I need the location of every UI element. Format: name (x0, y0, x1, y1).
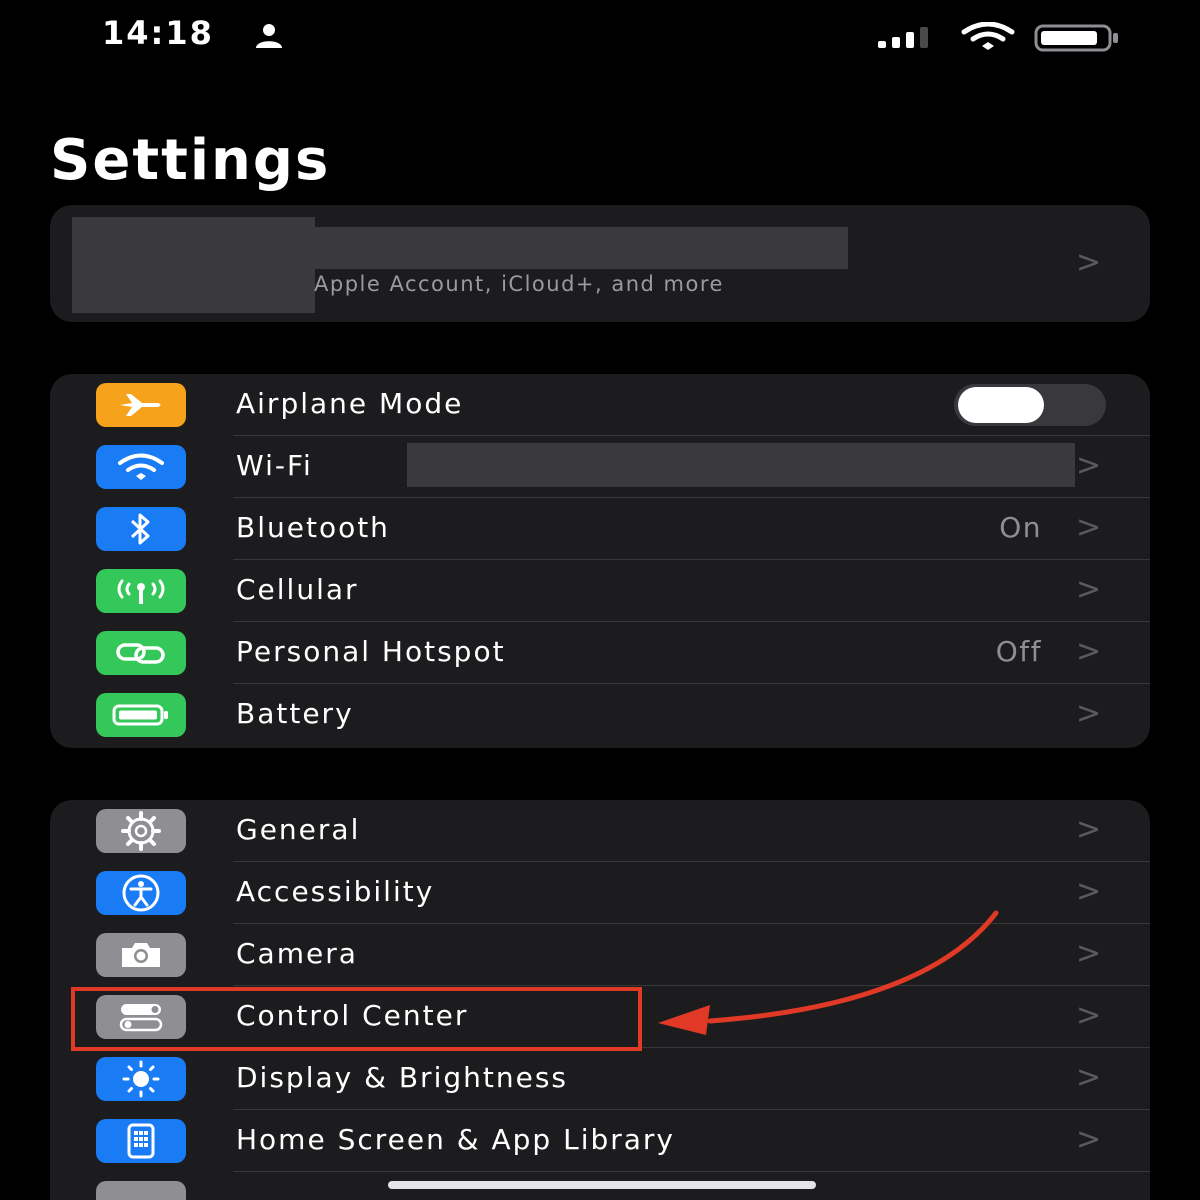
account-subtitle: Apple Account, iCloud+, and more (314, 272, 724, 296)
control-center-highlight-box (71, 987, 642, 1051)
row-label: Bluetooth (236, 511, 390, 544)
account-name-redacted (315, 227, 848, 269)
row-label: Home Screen & App Library (236, 1123, 675, 1156)
row-label: Personal Hotspot (236, 635, 506, 668)
chevron-right-icon: > (1076, 1060, 1102, 1095)
connectivity-settings-group: Airplane Mode Wi-Fi > Bluetooth On > Cel… (50, 374, 1150, 748)
status-time: 14:18 (102, 14, 214, 52)
account-avatar-redacted (72, 217, 315, 313)
apple-account-card[interactable]: Apple Account, iCloud+, and more > (50, 205, 1150, 322)
hotspot-status-value: Off (995, 635, 1042, 668)
battery-status-icon (1034, 24, 1118, 52)
row-general[interactable]: General > (50, 800, 1150, 862)
chevron-right-icon: > (1076, 812, 1102, 847)
row-battery[interactable]: Battery > (50, 684, 1150, 746)
chevron-right-icon: > (1076, 634, 1102, 669)
row-label: Battery (236, 697, 354, 730)
chevron-right-icon: > (1076, 936, 1102, 971)
home-screen-icon (96, 1119, 186, 1163)
row-personal-hotspot[interactable]: Personal Hotspot Off > (50, 622, 1150, 684)
chevron-right-icon: > (1076, 1122, 1102, 1157)
row-bluetooth[interactable]: Bluetooth On > (50, 498, 1150, 560)
cellular-signal-icon (878, 27, 928, 48)
battery-icon (96, 693, 186, 737)
bluetooth-icon (96, 507, 186, 551)
chevron-right-icon: > (1076, 245, 1102, 280)
chevron-right-icon: > (1076, 448, 1102, 483)
wifi-network-name-redacted (407, 443, 1075, 487)
row-label: Camera (236, 937, 358, 970)
partial-app-icon (96, 1181, 186, 1200)
airplane-mode-toggle[interactable] (954, 384, 1106, 426)
chevron-right-icon: > (1076, 998, 1102, 1033)
bluetooth-status-value: On (999, 511, 1042, 544)
sun-icon (96, 1057, 186, 1101)
hotspot-link-icon (96, 631, 186, 675)
wifi-status-icon (961, 22, 1015, 50)
toggle-knob (958, 387, 1044, 423)
row-label: General (236, 813, 361, 846)
chevron-right-icon: > (1076, 510, 1102, 545)
page-title: Settings (50, 128, 331, 193)
chevron-right-icon: > (1076, 874, 1102, 909)
row-label: Display & Brightness (236, 1061, 568, 1094)
annotation-arrow-icon (658, 910, 999, 1035)
chevron-right-icon: > (1076, 572, 1102, 607)
wifi-icon (96, 445, 186, 489)
cellular-antenna-icon (96, 569, 186, 613)
home-indicator[interactable] (388, 1181, 816, 1189)
row-wifi[interactable]: Wi-Fi > (50, 436, 1150, 498)
row-airplane-mode[interactable]: Airplane Mode (50, 374, 1150, 436)
row-label: Cellular (236, 573, 359, 606)
gear-icon (96, 809, 186, 853)
row-home-screen-app-library[interactable]: Home Screen & App Library > (50, 1110, 1150, 1172)
camera-icon (96, 933, 186, 977)
row-label: Wi-Fi (236, 449, 313, 482)
row-label: Accessibility (236, 875, 435, 908)
airplane-icon (96, 383, 186, 427)
person-icon (256, 24, 282, 48)
accessibility-icon (96, 871, 186, 915)
row-label: Airplane Mode (236, 387, 464, 420)
row-display-brightness[interactable]: Display & Brightness > (50, 1048, 1150, 1110)
status-bar: 14:18 (0, 0, 1200, 80)
row-cellular[interactable]: Cellular > (50, 560, 1150, 622)
chevron-right-icon: > (1076, 696, 1102, 731)
